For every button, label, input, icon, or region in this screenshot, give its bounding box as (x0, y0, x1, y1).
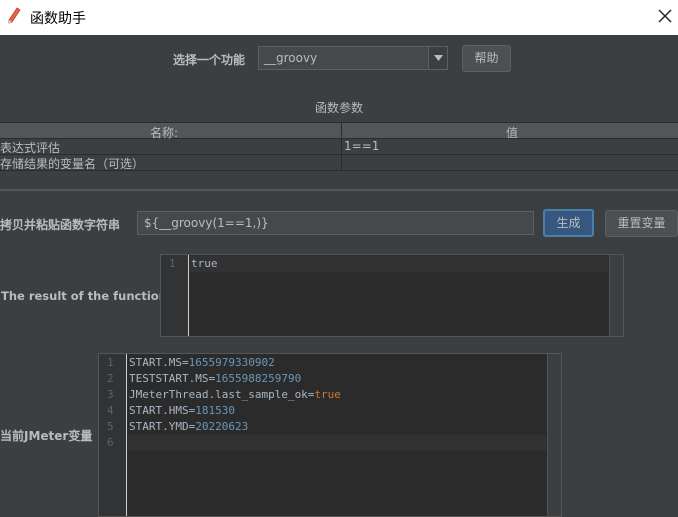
function-string-input[interactable] (138, 212, 533, 234)
line-number: 1 (169, 257, 176, 270)
function-select[interactable]: __groovy (258, 46, 448, 70)
column-divider (341, 155, 342, 171)
table-row[interactable]: 表达式评估 1==1 (0, 139, 678, 155)
param-value[interactable]: 1==1 (344, 139, 379, 153)
variable-value: 181530 (195, 404, 235, 417)
window-title: 函数助手 (30, 11, 86, 27)
variable-line: START.YMD=20220623 (129, 420, 248, 433)
generate-button[interactable]: 生成 (543, 209, 594, 237)
params-section-title: 函数参数 (315, 101, 364, 115)
line-number: 1 (107, 356, 114, 369)
line-number: 2 (107, 372, 114, 385)
variable-value: 1655988259790 (215, 372, 302, 385)
param-name: 表达式评估 (0, 141, 61, 155)
variable-line: JMeterThread.last_sample_ok=true (129, 388, 341, 401)
param-name: 存储结果的变量名（可选） (0, 157, 145, 171)
variable-line: TESTSTART.MS=1655988259790 (129, 372, 301, 385)
column-divider (341, 123, 342, 140)
current-line-highlight (190, 256, 608, 272)
variable-value: true (314, 388, 341, 401)
selected-function: __groovy (264, 51, 318, 65)
help-button[interactable]: 帮助 (462, 45, 511, 72)
variable-value: 20220623 (195, 420, 249, 433)
column-divider (341, 139, 342, 155)
function-string-field[interactable] (137, 211, 534, 235)
result-label: The result of the function is (1, 289, 182, 303)
result-value: true (191, 257, 218, 270)
vertical-scrollbar[interactable] (609, 255, 623, 336)
vertical-scrollbar[interactable] (547, 354, 561, 516)
variable-line: START.MS=1655979330902 (129, 356, 275, 369)
variable-key: START.MS= (129, 356, 189, 369)
variables-editor[interactable]: 1 START.MS=1655979330902 2 TESTSTART.MS=… (98, 353, 562, 517)
dropdown-button[interactable] (428, 47, 447, 69)
reset-variables-button[interactable]: 重置变量 (605, 210, 678, 237)
jmeter-variables-label: 当前JMeter变量 (0, 429, 93, 443)
result-editor[interactable]: 1 true (160, 254, 624, 337)
variable-value: 1655979330902 (188, 356, 275, 369)
current-line-highlight (128, 435, 546, 451)
variable-key: JMeterThread.last_sample_ok= (129, 388, 315, 401)
line-number: 5 (107, 420, 114, 433)
variable-line: START.HMS=181530 (129, 404, 235, 417)
line-number: 6 (107, 436, 114, 449)
function-label: 选择一个功能 (173, 53, 246, 67)
close-icon[interactable] (656, 7, 674, 25)
table-row[interactable]: 存储结果的变量名（可选） (0, 155, 678, 171)
params-table-header: 名称: 值 (0, 122, 678, 140)
pencil-icon (8, 7, 21, 24)
chevron-down-icon (434, 55, 443, 61)
line-number: 3 (107, 388, 114, 401)
section-divider (0, 189, 678, 191)
variable-key: START.YMD= (129, 420, 196, 433)
copy-label: 拷贝并粘贴函数字符串 (0, 218, 121, 232)
line-number: 4 (107, 404, 114, 417)
title-bar: 函数助手 (0, 0, 678, 35)
variable-key: START.HMS= (129, 404, 196, 417)
variable-key: TESTSTART.MS= (129, 372, 216, 385)
